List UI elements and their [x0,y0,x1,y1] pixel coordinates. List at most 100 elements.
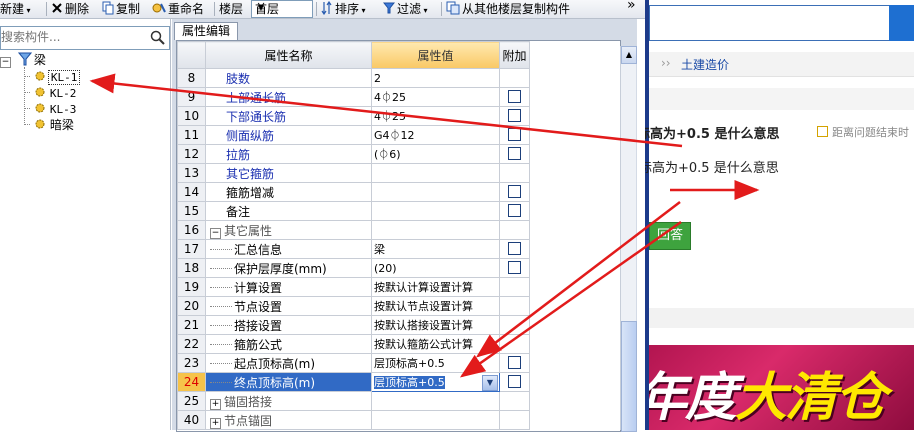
breadcrumb-link[interactable]: 土建造价 [681,56,729,73]
property-row[interactable]: 16− 其它属性 [177,220,620,240]
property-value-cell[interactable]: 按默认节点设置计算 [371,296,500,316]
property-value-cell[interactable]: 按默认箍筋公式计算 [371,334,500,354]
property-value-cell[interactable]: 梁 [371,239,500,259]
property-value-cell[interactable] [371,163,500,183]
tree-item-kl-2[interactable]: KL-2 [25,85,78,101]
property-row[interactable]: 19 计算设置 按默认计算设置计算 [177,277,620,297]
copy-from-floor-button[interactable]: 从其他楼层复制构件 [446,1,570,17]
property-name-cell: 其它箍筋 [205,163,372,183]
property-row[interactable]: 18 保护层厚度(mm) (20) [177,258,620,278]
search-icon[interactable] [149,29,167,47]
extra-cell [499,391,530,411]
sort-button[interactable]: 排序 ▾ [321,0,366,17]
delete-button[interactable]: 删除 [51,1,89,17]
property-editor-panel: 属性编辑 属性名称 属性值 附加 8 肢数 2 9 上部通长筋 4⏀25 10 下部通长筋 4⏀… [172,19,637,432]
property-row[interactable]: 20 节点设置 按默认节点设置计算 [177,296,620,316]
property-row[interactable]: 40 + 节点锚固 [177,410,620,430]
ad-banner[interactable]: 年度大清仓 [649,345,914,430]
property-row[interactable]: 11 侧面纵筋 G4⏀12 [177,125,620,145]
tab-property-edit[interactable]: 属性编辑 [174,22,238,40]
tree-item-hidden-beam[interactable]: 暗梁 [25,117,76,133]
rename-button[interactable]: 重命名 [152,1,204,17]
extra-checkbox[interactable] [508,204,521,217]
property-value-cell[interactable]: 4⏀25 [371,106,500,126]
property-value-cell[interactable]: 按默认搭接设置计算 [371,315,500,335]
property-name-cell: 保护层厚度(mm) [205,258,372,278]
collapse-icon[interactable]: − [210,227,221,239]
collapse-icon[interactable]: − [0,57,11,68]
property-row[interactable]: 25 + 锚固搭接 [177,391,620,411]
tree-root-beam[interactable]: − 梁 [0,52,46,68]
property-name-cell: 箍筋增减 [205,182,372,202]
property-row[interactable]: 15 备注 [177,201,620,221]
value-dropdown-icon[interactable]: ▼ [482,374,498,391]
extra-checkbox[interactable] [508,356,521,369]
row-number: 17 [177,239,206,259]
property-row[interactable]: 14 箍筋增减 [177,182,620,202]
scrollbar-thumb[interactable] [621,321,637,432]
expand-icon[interactable]: + [210,398,221,410]
site-search-field[interactable] [649,5,891,41]
property-value-cell[interactable]: G4⏀12 [371,125,500,145]
expand-icon[interactable]: + [210,417,221,429]
property-value-cell[interactable] [371,182,500,202]
property-value-text: 4⏀25 [374,91,406,104]
copy-button[interactable]: 复制 [102,1,140,17]
copy-icon [102,1,114,15]
property-value-cell[interactable]: 按默认计算设置计算 [371,277,500,297]
tree-item-label: KL-1 [47,70,81,85]
property-value-cell[interactable] [371,220,500,240]
property-name-label: 拉筋 [226,147,251,162]
extra-checkbox[interactable] [508,185,521,198]
extra-checkbox[interactable] [508,242,521,255]
breadcrumb-separator: ›› [661,56,671,70]
chevron-down-icon: ▼ [257,3,265,12]
tree-item-kl-1[interactable]: KL-1 [25,69,81,85]
property-name-cell: − 其它属性 [205,220,372,240]
property-value-cell[interactable]: (20) [371,258,500,278]
property-row[interactable]: 23 起点顶标高(m) 层顶标高+0.5 [177,353,620,373]
property-value-cell[interactable]: 2 [371,68,500,88]
property-row[interactable]: 24 终点顶标高(m) ▼ 层顶标高+0.5 [177,372,620,392]
property-grid-scrollbar[interactable]: ▲ [620,46,637,432]
property-name-cell: 上部通长筋 [205,87,372,107]
property-value-cell[interactable] [371,201,500,221]
property-value-cell[interactable]: 层顶标高+0.5 [371,353,500,373]
extra-checkbox[interactable] [508,261,521,274]
new-button[interactable]: 新建 ▾ [0,1,31,17]
panel-pin-icon[interactable] [629,19,643,33]
component-search-input[interactable] [1,27,141,47]
extra-checkbox[interactable] [508,128,521,141]
property-value-header: 属性值 [371,41,500,69]
toolbar-overflow-button[interactable]: » [627,0,636,13]
extra-checkbox[interactable] [508,375,521,388]
property-row[interactable]: 21 搭接设置 按默认搭接设置计算 [177,315,620,335]
tree-item-kl-3[interactable]: KL-3 [25,101,78,117]
floor-select[interactable]: 首层 ▼ [251,0,313,18]
property-value-cell[interactable]: (⏀6) [371,144,500,164]
property-value-cell[interactable] [371,391,500,411]
property-row[interactable]: 12 拉筋 (⏀6) [177,144,620,164]
site-search-button[interactable] [889,5,914,41]
property-row[interactable]: 13 其它箍筋 [177,163,620,183]
filter-button[interactable]: 过滤 ▾ [382,1,428,17]
extra-checkbox[interactable] [508,90,521,103]
property-value-cell[interactable]: ▼ 层顶标高+0.5 [371,372,500,392]
row-number: 25 [177,391,206,411]
property-name-cell: + 节点锚固 [205,410,372,430]
property-value-text: 4⏀25 [374,110,406,123]
property-value-cell[interactable]: 4⏀25 [371,87,500,107]
property-name-cell: 起点顶标高(m) [205,353,372,373]
property-name-label: 终点顶标高(m) [234,375,316,390]
extra-checkbox[interactable] [508,147,521,160]
answer-button[interactable]: 回答 [649,222,691,250]
property-row[interactable]: 17 汇总信息 梁 [177,239,620,259]
property-value-cell[interactable] [371,410,500,430]
extra-checkbox[interactable] [508,109,521,122]
scroll-up-arrow-icon[interactable]: ▲ [621,46,637,64]
filler-cell [530,88,620,107]
property-row[interactable]: 8 肢数 2 [177,68,620,88]
property-row[interactable]: 9 上部通长筋 4⏀25 [177,87,620,107]
property-row[interactable]: 10 下部通长筋 4⏀25 [177,106,620,126]
property-row[interactable]: 22 箍筋公式 按默认箍筋公式计算 [177,334,620,354]
